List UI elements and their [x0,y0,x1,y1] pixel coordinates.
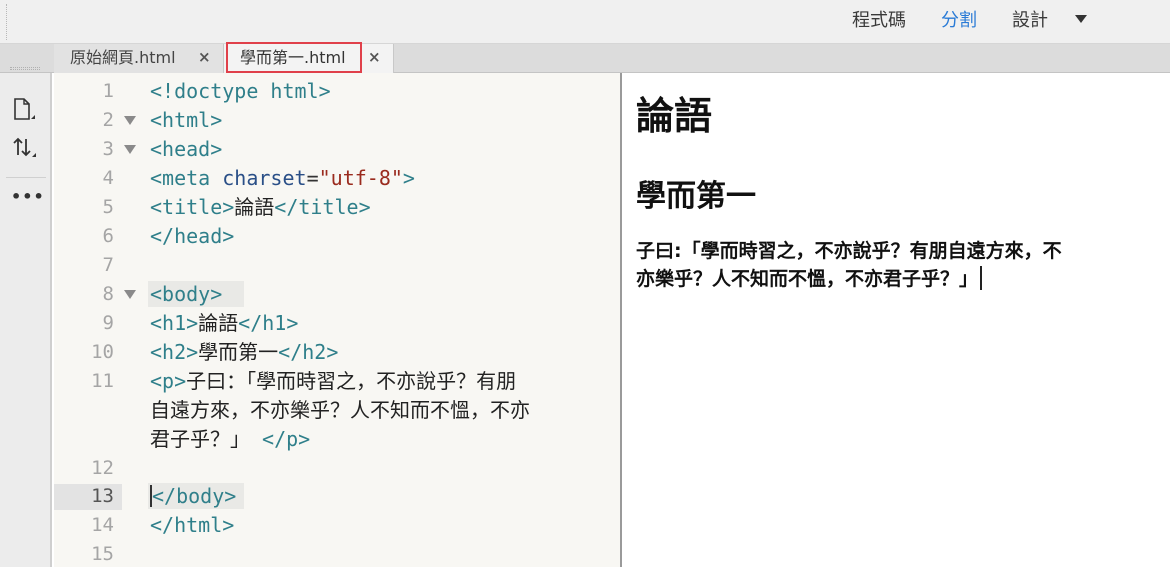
code-text: <h1>論語</h1> [150,309,298,338]
code-line[interactable]: 4 <meta charset="utf-8"> [54,164,620,193]
code-line[interactable]: 12 [54,454,620,483]
code-text: <head> [150,137,223,161]
code-line-wrap[interactable]: 自遠方來，不亦樂乎？人不知而不慍，不亦 [54,396,620,425]
line-number: 10 [91,341,114,363]
code-content: 論語 [198,311,239,335]
line-number: 3 [102,138,114,160]
close-icon[interactable]: × [198,44,211,71]
document-tab-bar: 原始網頁.html × 學而第一.html × [0,44,1170,73]
live-preview-pane[interactable]: 論語 學而第一 子曰:「學而時習之，不亦說乎？有朋自遠方來，不 亦樂乎？人不知而… [622,73,1170,567]
code-content: 君子乎？」 [150,427,250,451]
code-view-button[interactable]: 程式碼 [852,8,906,34]
code-line[interactable]: 8 <body> [54,280,620,309]
code-line[interactable]: 7 [54,251,620,280]
code-editor[interactable]: 1 <!doctype html> 2 <html> 3 <head> 4 <m… [54,73,620,567]
code-content: 論語 [234,195,275,219]
line-number: 5 [102,196,114,218]
code-line-active[interactable]: 13 </body> [54,482,620,511]
code-text: <h2>學而第一</h2> [150,338,338,367]
tab-original-page[interactable]: 原始網頁.html × [54,44,224,73]
code-text: </body> [150,482,236,511]
fold-arrow-icon[interactable] [124,145,136,154]
preview-paragraph: 子曰:「學而時習之，不亦說乎？有朋自遠方來，不 亦樂乎？人不知而不慍，不亦君子乎… [636,237,1156,293]
line-number: 1 [102,80,114,102]
line-number: 9 [102,312,114,334]
new-file-icon[interactable] [11,97,39,123]
code-line[interactable]: 6 </head> [54,222,620,251]
text-caret [980,266,983,290]
code-content: 子曰：「學而時習之，不亦說乎？有朋 [186,369,517,393]
line-number: 14 [91,514,114,536]
code-tag: <h2> [150,340,199,364]
triangle-down-icon[interactable] [1075,15,1087,23]
code-text: <body> [150,282,223,306]
code-string: "utf-8" [318,166,403,190]
line-number: 2 [102,109,114,131]
code-tag: <p> [150,369,187,393]
fold-arrow-icon[interactable] [124,290,136,299]
preview-paragraph-line: 亦樂乎？人不知而不慍，不亦君子乎？」 [636,268,979,290]
preview-heading-1: 論語 [636,94,713,138]
code-tag: </body> [152,484,237,508]
toolbar-grip[interactable] [6,4,10,40]
code-attribute: charset [222,166,307,190]
code-line[interactable]: 15 [54,540,620,567]
line-number: 6 [102,225,114,247]
code-tag: > [402,166,415,190]
code-text: <title>論語</title> [150,193,371,222]
sidebar-grip[interactable] [10,67,40,70]
split-view-button[interactable]: 分割 [941,8,977,34]
code-text: <html> [150,108,223,132]
tab-label: 學而第一.html [240,48,346,67]
code-text: <!doctype html> [150,79,331,103]
line-number: 4 [102,167,114,189]
code-text: 君子乎？」 </p> [150,425,310,454]
line-number: 11 [91,370,114,392]
tab-xue-er[interactable]: 學而第一.html × [224,44,394,73]
code-content: 自遠方來，不亦樂乎？人不知而不慍，不亦 [150,398,530,422]
line-number: 8 [102,283,114,305]
side-toolbar: ••• [0,67,52,567]
code-text: <meta charset="utf-8"> [150,164,415,193]
view-toolbar: 程式碼 分割 設計 [0,0,1170,44]
code-line[interactable]: 3 <head> [54,135,620,164]
code-tag: <h1> [150,311,199,335]
code-line[interactable]: 2 <html> [54,106,620,135]
code-line[interactable]: 9 <h1>論語</h1> [54,309,620,338]
code-line[interactable]: 11 <p>子曰：「學而時習之，不亦說乎？有朋 [54,367,620,396]
line-number: 15 [91,543,114,565]
code-line[interactable]: 5 <title>論語</title> [54,193,620,222]
sort-arrows-icon[interactable] [11,135,39,161]
fold-arrow-icon[interactable] [124,116,136,125]
code-text: </html> [150,513,235,537]
code-line[interactable]: 1 <!doctype html> [54,77,620,106]
code-tag: </h1> [238,311,299,335]
line-number: 7 [102,254,114,276]
code-tag: </h2> [278,340,339,364]
more-options-icon[interactable]: ••• [11,187,44,213]
line-number: 12 [91,457,114,479]
tab-label: 原始網頁.html [70,48,176,67]
code-equals: = [306,166,319,190]
code-text: </head> [150,224,235,248]
code-content: 學而第一 [198,340,279,364]
code-line[interactable]: 14 </html> [54,511,620,540]
line-number: 13 [91,485,114,507]
code-text: <p>子曰：「學而時習之，不亦說乎？有朋 [150,367,516,396]
code-tag: <meta [150,166,211,190]
close-icon[interactable]: × [368,44,381,71]
preview-paragraph-line: 子曰:「學而時習之，不亦說乎？有朋自遠方來，不 [636,240,1062,262]
preview-heading-2: 學而第一 [636,179,756,214]
code-tag: </title> [274,195,371,219]
code-line[interactable]: 10 <h2>學而第一</h2> [54,338,620,367]
code-line-wrap[interactable]: 君子乎？」 </p> [54,425,620,454]
sidebar-divider [6,177,46,178]
code-tag: </p> [262,427,311,451]
design-view-button[interactable]: 設計 [1012,8,1048,34]
code-tag: <title> [150,195,235,219]
